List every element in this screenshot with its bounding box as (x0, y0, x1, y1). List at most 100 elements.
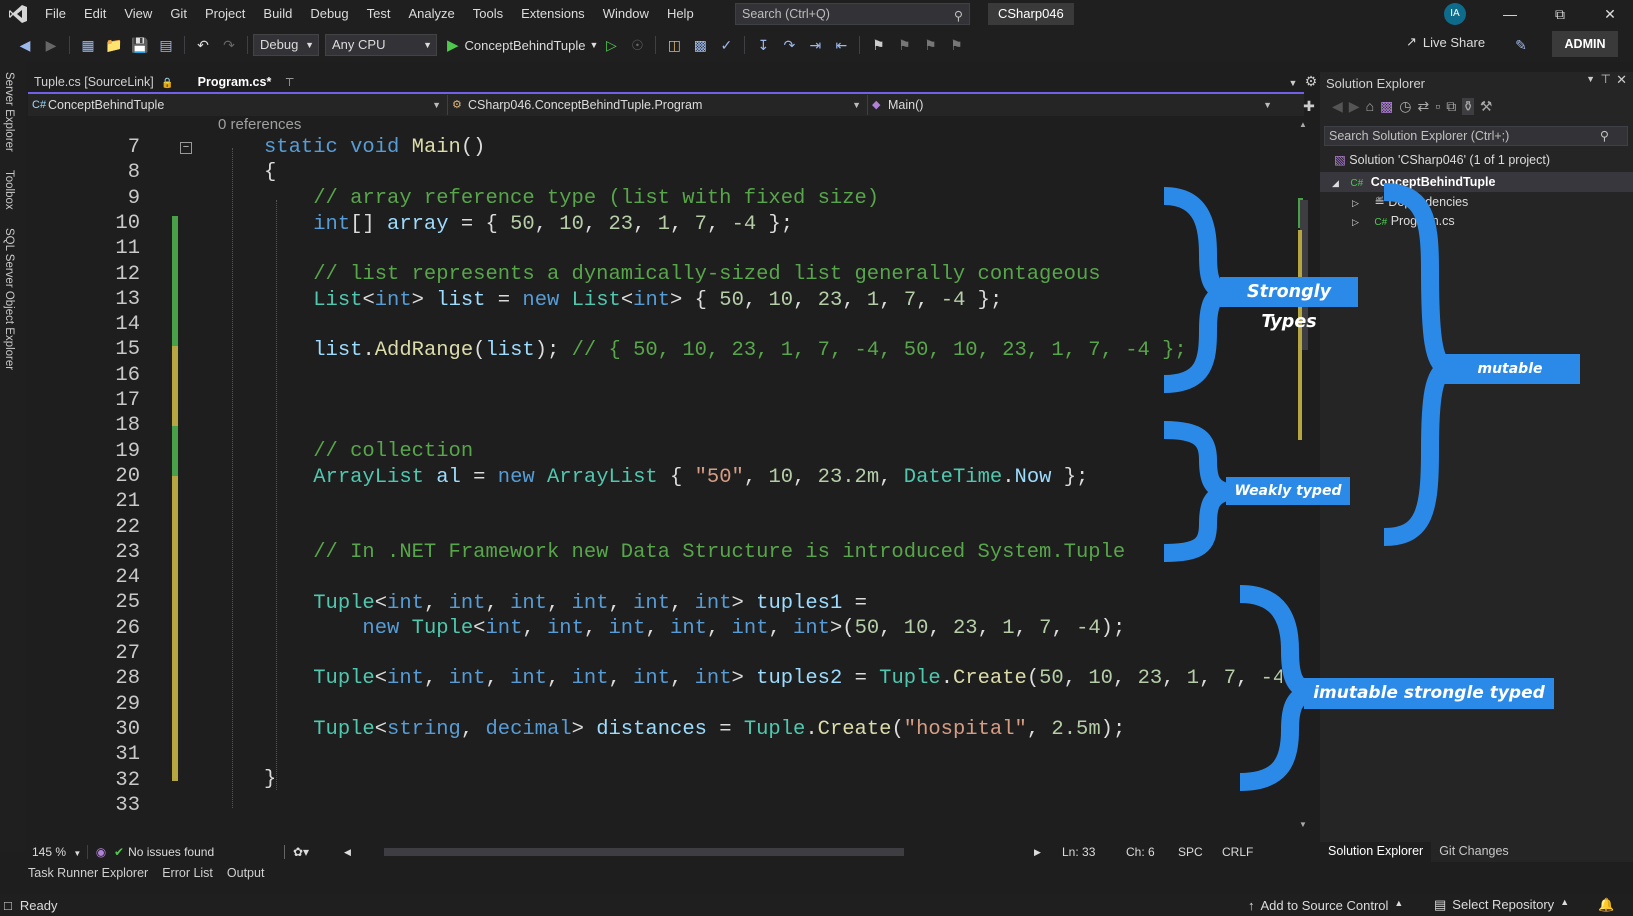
tab-solution-explorer[interactable]: Solution Explorer (1320, 842, 1432, 862)
save-all-icon[interactable]: ▤ (155, 34, 177, 56)
restore-icon[interactable]: ⧉ (1537, 0, 1583, 28)
menu-window[interactable]: Window (594, 0, 658, 28)
start-debugging-button[interactable]: ▶ ConceptBehindTuple ▼ (447, 36, 598, 54)
annotation-mutable: mutable (1440, 354, 1580, 384)
pending-changes-icon[interactable]: ◷ (1399, 98, 1411, 115)
hot-reload-icon[interactable]: ☉ (626, 34, 648, 56)
open-folder-icon[interactable]: 📁 (103, 34, 125, 56)
filter-icon[interactable]: ⚱ (1462, 98, 1474, 115)
scroll-up-icon[interactable]: ▲ (1299, 120, 1307, 129)
forward-icon[interactable]: ▶ (1349, 98, 1360, 115)
project-node[interactable]: ◢ C# ConceptBehindTuple (1320, 172, 1633, 192)
collapse-icon[interactable]: − (180, 142, 192, 154)
menu-help[interactable]: Help (658, 0, 703, 28)
codelens-references[interactable]: 0 references (218, 116, 301, 133)
solution-name-badge[interactable]: CSharp046 (988, 3, 1074, 25)
solution-config-select[interactable]: Debug ▼ (253, 34, 319, 56)
menu-test[interactable]: Test (358, 0, 400, 28)
show-all-files-icon[interactable]: ⧉ (1446, 98, 1456, 115)
prev-bookmark-icon[interactable]: ⚑ (893, 34, 915, 56)
zoom-select[interactable]: 145 % ▼ (28, 845, 88, 859)
sync-icon[interactable]: ⇄ (1417, 98, 1429, 115)
scroll-left-icon[interactable]: ◀ (344, 847, 364, 858)
tab-task-runner-explorer[interactable]: Task Runner Explorer (28, 866, 148, 886)
navigate-back-icon[interactable]: ◀ (14, 34, 36, 56)
nav-class-select[interactable]: ⚙ CSharp046.ConceptBehindTuple.Program ▼ (448, 95, 868, 115)
solution-node[interactable]: ▧ Solution 'CSharp046' (1 of 1 project) (1334, 152, 1550, 167)
server-explorer-tab[interactable]: Server Explorer (3, 72, 15, 152)
close-panel-icon[interactable]: ✕ (1616, 72, 1627, 88)
line-ending-indicator[interactable]: CRLF (1222, 845, 1266, 859)
split-editor-icon[interactable]: ✚ (1298, 95, 1320, 117)
close-window-icon[interactable]: ✕ (1587, 0, 1633, 28)
settings-gear-icon[interactable]: ⚙ (1300, 70, 1322, 92)
indent-icon[interactable]: ⇥ (804, 34, 826, 56)
menu-build[interactable]: Build (254, 0, 301, 28)
dependencies-node[interactable]: ▷ ≝ Dependencies (1352, 194, 1468, 209)
menu-project[interactable]: Project (196, 0, 254, 28)
select-repository-button[interactable]: ▤ Select Repository ▲ (1434, 897, 1569, 913)
column-indicator[interactable]: Ch: 6 (1126, 845, 1178, 859)
issues-indicator[interactable]: ✔ No issues found (114, 845, 284, 859)
menu-git[interactable]: Git (161, 0, 196, 28)
toolbox-tab[interactable]: Toolbox (3, 170, 15, 210)
tab-git-changes[interactable]: Git Changes (1431, 842, 1516, 862)
admin-badge[interactable]: ADMIN (1552, 31, 1618, 57)
notifications-bell-icon[interactable]: 🔔 (1598, 897, 1614, 913)
copilot-icon[interactable]: ◉ (88, 845, 114, 859)
solution-explorer-search-input[interactable]: Search Solution Explorer (Ctrl+;) ⚲ (1324, 126, 1628, 146)
menu-edit[interactable]: Edit (75, 0, 115, 28)
user-avatar[interactable]: IA (1444, 3, 1466, 25)
home-icon[interactable]: ⌂ (1366, 98, 1374, 115)
navigate-forward-icon[interactable]: ▶ (40, 34, 62, 56)
nav-project-select[interactable]: C# ConceptBehindTuple ▼ (28, 95, 448, 115)
properties-wrench-icon[interactable]: ⚒ (1480, 98, 1493, 115)
tab-error-list[interactable]: Error List (162, 866, 213, 886)
menu-debug[interactable]: Debug (301, 0, 357, 28)
next-bookmark-icon[interactable]: ⚑ (919, 34, 941, 56)
output-window-icon[interactable]: □ (4, 898, 12, 913)
nav-member-select[interactable]: ◆ Main() ▼ (868, 95, 1278, 115)
new-project-icon[interactable]: ▦ (77, 34, 99, 56)
browse-folder-icon[interactable]: ◫ (663, 34, 685, 56)
menu-view[interactable]: View (115, 0, 161, 28)
scroll-down-icon[interactable]: ▼ (1299, 820, 1307, 829)
menu-analyze[interactable]: Analyze (399, 0, 463, 28)
live-share-button[interactable]: ↗ Live Share (1406, 34, 1485, 50)
pin-icon[interactable]: ⊤ (1601, 72, 1611, 86)
panel-menu-chevron-icon[interactable]: ▼ (1586, 74, 1595, 84)
platform-select[interactable]: Any CPU ▼ (325, 34, 437, 56)
program-cs-node[interactable]: ▷ C# Program.cs (1352, 214, 1455, 228)
layout-icon[interactable]: ▩ (689, 34, 711, 56)
collapse-all-icon[interactable]: ▫ (1435, 98, 1440, 115)
minimize-icon[interactable]: — (1487, 0, 1533, 28)
step-over-icon[interactable]: ↷ (778, 34, 800, 56)
sql-object-explorer-tab[interactable]: SQL Server Object Explorer (3, 228, 15, 370)
line-indicator[interactable]: Ln: 33 (1062, 845, 1126, 859)
editor-vertical-scrollbar[interactable]: ▲ ▼ (1296, 120, 1308, 830)
tab-output[interactable]: Output (227, 866, 265, 886)
undo-icon[interactable]: ↶ (192, 34, 214, 56)
global-search-input[interactable]: Search (Ctrl+Q) ⚲ (735, 3, 970, 25)
tab-program-cs[interactable]: Program.cs* ⊤ ✕ (191, 72, 314, 110)
add-to-source-control-button[interactable]: ↑ Add to Source Control ▲ (1248, 898, 1403, 913)
start-without-debugging-icon[interactable]: ▷ (600, 34, 622, 56)
menu-file[interactable]: File (36, 0, 75, 28)
code-cleanup-icon[interactable]: ✿▾ (284, 845, 344, 859)
save-icon[interactable]: 💾 (129, 34, 151, 56)
outdent-icon[interactable]: ⇤ (830, 34, 852, 56)
clear-bookmarks-icon[interactable]: ⚑ (945, 34, 967, 56)
back-icon[interactable]: ◀ (1332, 98, 1343, 115)
tab-tuple-cs[interactable]: Tuple.cs [SourceLink] 🔒 (28, 72, 180, 92)
feedback-icon[interactable]: ✎ (1510, 34, 1532, 56)
step-into-icon[interactable]: ↧ (752, 34, 774, 56)
scroll-right-icon[interactable]: ▶ (1034, 847, 1062, 858)
bookmark-icon[interactable]: ⚑ (867, 34, 889, 56)
spell-check-icon[interactable]: ✓ (715, 34, 737, 56)
whitespace-indicator[interactable]: SPC (1178, 845, 1222, 859)
menu-extensions[interactable]: Extensions (512, 0, 594, 28)
redo-icon[interactable]: ↷ (218, 34, 240, 56)
menu-tools[interactable]: Tools (464, 0, 512, 28)
code-editor[interactable]: 0 references 7 8 9 10 11 12 13 14 15 16 17 18 19 20 21… (28, 116, 1282, 824)
switch-views-icon[interactable]: ▩ (1380, 98, 1393, 115)
